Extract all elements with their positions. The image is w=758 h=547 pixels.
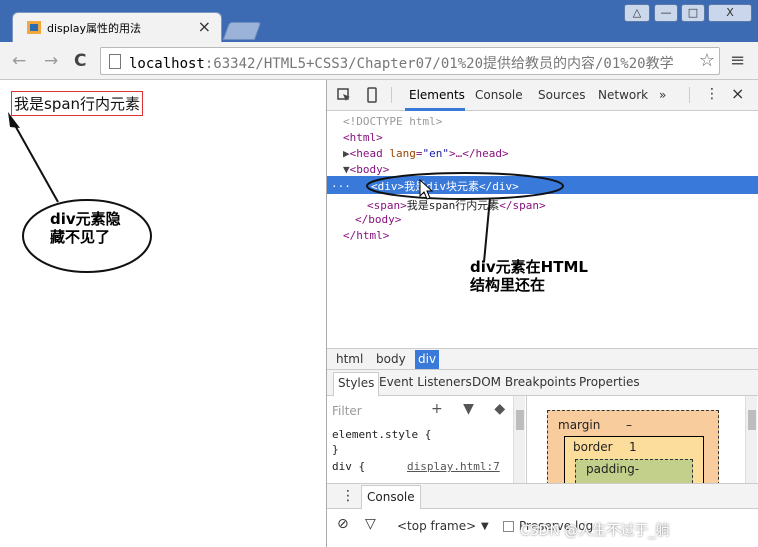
dom-doctype[interactable]: <!DOCTYPE html> — [343, 115, 442, 128]
webstorm-icon — [27, 21, 41, 34]
styles-scrollbar[interactable] — [513, 396, 525, 483]
dom-body-open[interactable]: ▼<body> — [343, 163, 389, 176]
tab-properties[interactable]: Properties — [579, 375, 640, 389]
rule-element-style-close: } — [332, 443, 339, 456]
boxmodel-scrollbar[interactable] — [745, 396, 757, 483]
note-left: div元素隐 藏不见了 — [50, 210, 121, 246]
tab-sources[interactable]: Sources — [538, 88, 585, 102]
devtools-separator — [391, 87, 392, 103]
rule-div[interactable]: div { — [332, 460, 365, 473]
new-tab-button[interactable] — [222, 22, 262, 40]
devtools-menu-icon[interactable]: ⋮ — [705, 86, 719, 102]
crumb-html[interactable]: html — [333, 352, 366, 366]
page-icon — [109, 54, 121, 69]
devtools-close-icon[interactable]: × — [731, 84, 744, 103]
url-text[interactable]: localhost:63342/HTML5+CSS3/Chapter07/01%… — [129, 53, 674, 73]
watermark: CSDN @人生不过于_躺 — [520, 523, 670, 539]
devtools-separator — [689, 87, 690, 103]
tab-close-icon[interactable]: × — [198, 17, 211, 36]
devtools-tabbar: Elements Console Sources Network » ⋮ × — [327, 80, 758, 111]
head-tag: <head — [349, 147, 383, 160]
tab-title: display属性的用法 — [47, 22, 142, 35]
tab-console[interactable]: Console — [475, 88, 523, 102]
chrome-menu-icon[interactable]: ≡ — [730, 50, 745, 71]
filter-icon[interactable]: ▽ — [365, 516, 376, 532]
head-rest: >…</head> — [449, 147, 509, 160]
page-viewport: 我是span行内元素 — [0, 80, 326, 547]
profile-button[interactable]: △ — [624, 4, 650, 22]
breadcrumb: html body div — [327, 348, 758, 370]
dom-span[interactable]: <span>我是span行内元素</span> — [367, 197, 546, 213]
boxmodel-scroll-thumb[interactable] — [748, 410, 756, 430]
clear-console-icon[interactable]: ⊘ — [337, 516, 349, 532]
dom-tree: <!DOCTYPE html> <html> ▶<head lang="en">… — [327, 111, 758, 349]
frame-selector[interactable]: <top frame> — [397, 519, 476, 533]
dom-html-open[interactable]: <html> — [343, 131, 383, 144]
frame-dropdown-icon[interactable]: ▼ — [481, 521, 489, 532]
back-button[interactable]: ← — [12, 51, 26, 71]
forward-button[interactable]: → — [44, 51, 58, 71]
tab-styles[interactable]: Styles — [333, 372, 380, 396]
head-attr: lang — [389, 147, 416, 160]
rule-element-style[interactable]: element.style { — [332, 428, 431, 441]
padding-label: padding- — [586, 462, 640, 476]
note-right-line2: 结构里还在 — [470, 276, 546, 294]
styles-filter-input[interactable]: Filter — [332, 404, 362, 418]
maximize-button[interactable]: □ — [681, 4, 705, 22]
dom-html-close[interactable]: </html> — [343, 229, 389, 242]
note-left-line2: 藏不见了 — [50, 228, 111, 246]
collapse-triangle-icon[interactable]: ▼ — [343, 163, 350, 176]
margin-value[interactable]: – — [626, 418, 632, 432]
tab-elements[interactable]: Elements — [409, 88, 465, 102]
span-text-node: 我是span行内元素 — [406, 199, 500, 212]
reload-button[interactable]: C — [74, 51, 86, 71]
crumb-body[interactable]: body — [373, 352, 409, 366]
devtools-panel: Elements Console Sources Network » ⋮ × <… — [326, 80, 758, 547]
span-open-tag: <span> — [367, 199, 407, 212]
device-mode-icon[interactable] — [367, 87, 377, 103]
bookmark-star-icon[interactable]: ☆ — [699, 50, 715, 71]
border-label: border — [573, 440, 613, 454]
sidebar-tabs: Styles Event Listeners DOM Breakpoints P… — [327, 370, 758, 396]
crumb-div[interactable]: div — [415, 350, 440, 369]
div-line: <div>我是div块元素</div> — [371, 180, 519, 193]
inspect-element-icon[interactable] — [337, 88, 351, 102]
rule-source-link[interactable]: display.html:7 — [407, 460, 500, 473]
minimize-button[interactable]: — — [654, 4, 678, 22]
doctype-text: <!DOCTYPE html> — [343, 115, 443, 128]
tab-network[interactable]: Network — [598, 88, 648, 102]
console-drawer-tabbar: ⋮ Console — [327, 483, 758, 509]
preserve-log-checkbox[interactable] — [503, 521, 514, 532]
styles-pane: Filter + ▼ ◆ element.style { } div { dis… — [327, 396, 527, 483]
border-value[interactable]: 1 — [629, 440, 637, 454]
url-host: localhost — [129, 56, 205, 72]
span-close-tag: </span> — [499, 199, 546, 212]
dom-div-selected[interactable]: ... <div>我是div块元素</div> — [327, 176, 758, 194]
dom-body-close[interactable]: </body> — [355, 213, 401, 226]
head-val: "en" — [422, 147, 450, 160]
styles-scroll-thumb[interactable] — [516, 410, 524, 430]
box-model-margin: margin – border 1 padding- — [547, 410, 719, 499]
address-bar[interactable]: localhost:63342/HTML5+CSS3/Chapter07/01%… — [100, 47, 720, 75]
style-toolbar-icons[interactable]: + ▼ ◆ — [431, 401, 513, 417]
tab-dom-breakpoints[interactable]: DOM Breakpoints — [472, 375, 576, 389]
note-right: div元素在HTML 结构里还在 — [470, 258, 588, 294]
note-right-line1: div元素在HTML — [470, 258, 588, 276]
url-path: :63342/HTML5+CSS3/Chapter07/01%20提供给教员的内… — [204, 56, 674, 72]
browser-tab[interactable]: display属性的用法 × — [12, 12, 222, 42]
more-tabs-icon[interactable]: » — [659, 88, 666, 102]
margin-label: margin — [558, 418, 601, 432]
dom-dots: ... — [331, 177, 351, 190]
drawer-menu-icon[interactable]: ⋮ — [341, 488, 355, 504]
dom-head[interactable]: ▶<head lang="en">…</head> — [343, 147, 509, 160]
drawer-tab-console[interactable]: Console — [361, 485, 421, 509]
close-window-button[interactable]: X — [708, 4, 752, 22]
browser-toolbar: ← → C localhost:63342/HTML5+CSS3/Chapter… — [0, 42, 758, 80]
window-titlebar: display属性的用法 × △ — □ X — [0, 0, 758, 42]
tab-event-listeners[interactable]: Event Listeners — [379, 375, 472, 389]
body-open-tag: <body> — [349, 163, 390, 176]
expand-triangle-icon[interactable]: ▶ — [343, 147, 350, 160]
span-element: 我是span行内元素 — [11, 91, 144, 116]
note-left-line1: div元素隐 — [50, 210, 121, 228]
